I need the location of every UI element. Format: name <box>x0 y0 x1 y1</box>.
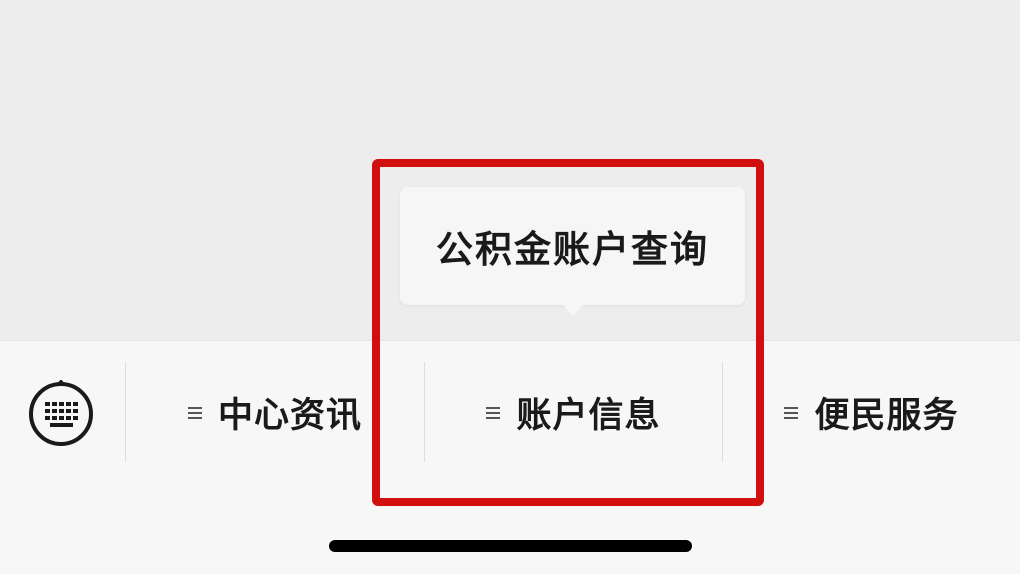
keyboard-toggle-button[interactable] <box>28 380 94 446</box>
submenu-popup-arrow <box>562 304 584 316</box>
hamburger-icon <box>486 406 501 420</box>
menu-item-label: 便民服务 <box>814 395 959 436</box>
menu-item-convenience-services[interactable]: 便民服务 <box>723 362 1020 462</box>
submenu-item-provident-fund-query[interactable]: 公积金账户查询 <box>436 219 709 273</box>
hamburger-icon <box>187 406 202 420</box>
keyboard-icon <box>29 380 93 446</box>
hamburger-icon <box>784 406 799 420</box>
menu-item-label: 账户信息 <box>516 395 661 436</box>
submenu-popup: 公积金账户查询 <box>400 187 745 305</box>
menu-item-label: 中心资讯 <box>217 395 362 436</box>
menu-item-center-news[interactable]: 中心资讯 <box>126 362 424 462</box>
menu-item-account-info[interactable]: 账户信息 <box>425 362 722 462</box>
home-indicator[interactable] <box>329 540 692 552</box>
